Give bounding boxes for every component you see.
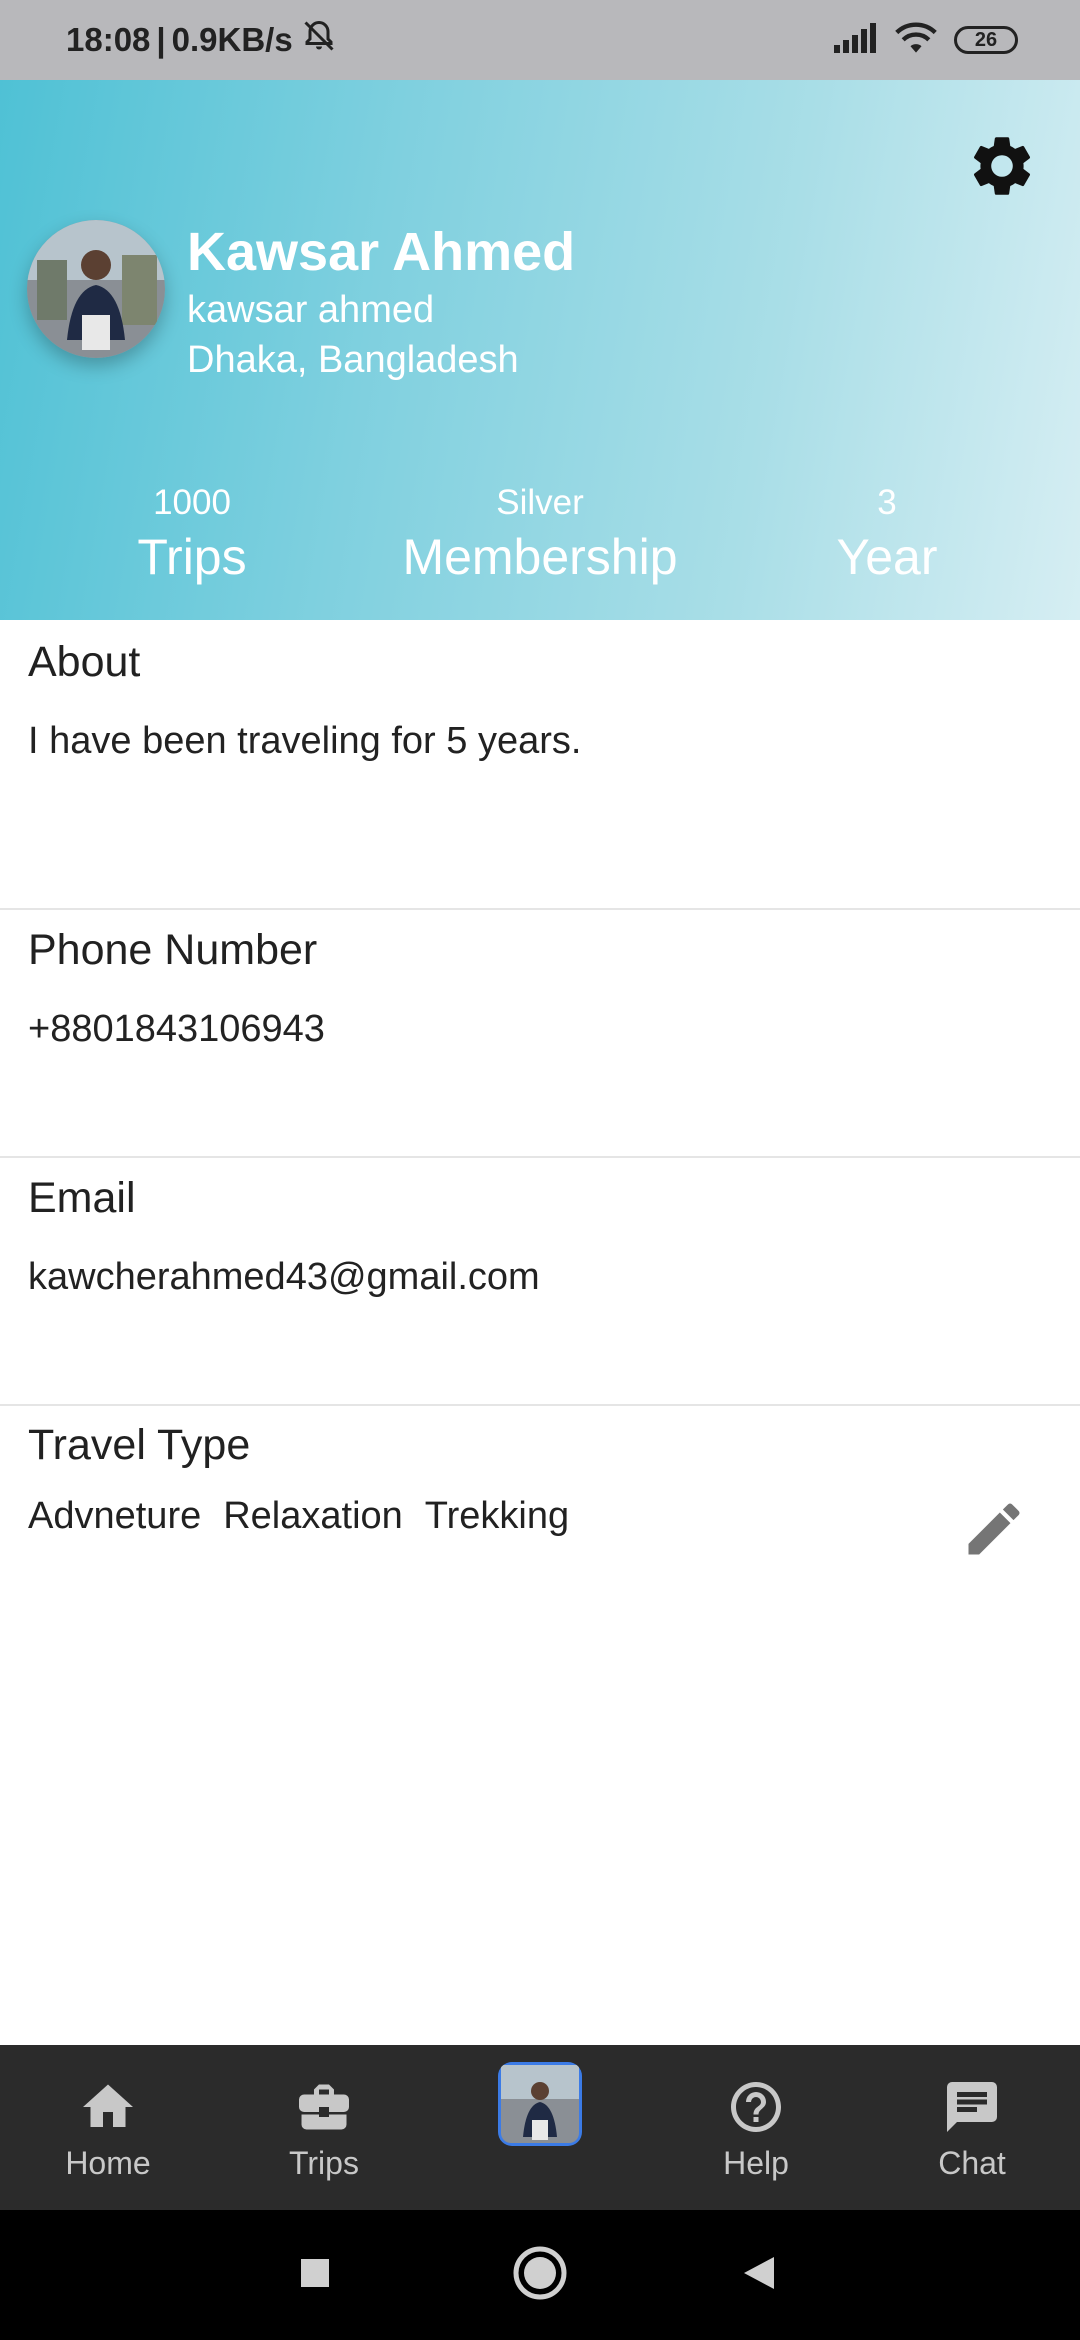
travel-tag: Advneture xyxy=(28,1495,202,1537)
nav-home[interactable]: Home xyxy=(0,2045,216,2210)
battery-indicator: 26 xyxy=(954,26,1018,54)
status-time: 18:08 xyxy=(66,21,151,58)
nav-chat[interactable]: Chat xyxy=(864,2045,1080,2210)
help-icon xyxy=(726,2075,786,2139)
profile-info: Kawsar Ahmed kawsar ahmed Dhaka, Banglad… xyxy=(187,220,575,384)
about-value: I have been traveling for 5 years. xyxy=(28,720,582,762)
chat-icon xyxy=(942,2075,1002,2139)
profile-stats: 1000 Trips Silver Membership 3 Year xyxy=(0,480,1080,600)
signal-icon xyxy=(834,22,878,58)
profile-username: kawsar ahmed xyxy=(187,289,435,331)
stat-membership: Silver Membership xyxy=(390,480,690,588)
back-button[interactable] xyxy=(700,2210,820,2340)
home-system-button[interactable] xyxy=(480,2210,600,2340)
stat-membership-label: Membership xyxy=(402,529,678,585)
stat-trips: 1000 Trips xyxy=(92,480,292,588)
phone-title: Phone Number xyxy=(28,926,318,974)
system-navigation xyxy=(0,2210,1080,2340)
profile-location: Dhaka, Bangladesh xyxy=(187,339,519,381)
stat-trips-label: Trips xyxy=(137,529,247,585)
stat-year: 3 Year xyxy=(787,480,987,588)
phone-section: Phone Number +8801843106943 xyxy=(0,910,1080,1158)
phone-value: +8801843106943 xyxy=(28,1008,325,1050)
email-title: Email xyxy=(28,1174,136,1222)
nav-home-label: Home xyxy=(65,2145,151,2181)
nav-trips[interactable]: Trips xyxy=(216,2045,432,2210)
back-triangle-icon xyxy=(740,2253,780,2298)
recents-button[interactable] xyxy=(255,2210,375,2340)
status-right: 26 xyxy=(834,0,1018,80)
nav-help-label: Help xyxy=(723,2145,789,2181)
travel-tag: Trekking xyxy=(424,1495,570,1537)
edit-travel-type-button[interactable] xyxy=(958,1495,1030,1567)
travel-type-section: Travel Type Advneture Relaxation Trekkin… xyxy=(0,1405,1080,1605)
nav-help[interactable]: Help xyxy=(648,2045,864,2210)
stat-year-value: 3 xyxy=(877,483,897,522)
briefcase-icon xyxy=(294,2075,354,2139)
wifi-icon xyxy=(894,21,938,60)
email-section: Email kawcherahmed43@gmail.com xyxy=(0,1158,1080,1406)
nav-profile[interactable] xyxy=(432,2045,648,2210)
bell-off-icon xyxy=(301,18,337,62)
about-title: About xyxy=(28,638,141,686)
profile-name: Kawsar Ahmed xyxy=(187,222,576,282)
stat-membership-value: Silver xyxy=(496,483,584,522)
travel-type-title: Travel Type xyxy=(28,1421,251,1469)
profile-header: Kawsar Ahmed kawsar ahmed Dhaka, Banglad… xyxy=(0,80,1080,620)
status-left: 18:08 | 0.9KB/s xyxy=(66,0,337,80)
email-value: kawcherahmed43@gmail.com xyxy=(28,1256,540,1298)
network-speed: 0.9KB/s xyxy=(171,21,293,58)
travel-tag: Relaxation xyxy=(223,1495,403,1537)
status-bar: 18:08 | 0.9KB/s 26 xyxy=(0,0,1080,80)
home-icon xyxy=(78,2075,138,2139)
nav-chat-label: Chat xyxy=(938,2145,1006,2181)
bottom-navigation: Home Trips Help Chat xyxy=(0,2045,1080,2210)
square-icon xyxy=(299,2257,331,2294)
circle-icon xyxy=(512,2245,568,2306)
stat-year-label: Year xyxy=(836,529,938,585)
travel-type-tags: Advneture Relaxation Trekking xyxy=(28,1495,569,1538)
status-separator: | xyxy=(156,21,166,58)
nav-trips-label: Trips xyxy=(289,2145,359,2181)
about-section: About I have been traveling for 5 years. xyxy=(0,620,1080,910)
nav-avatar xyxy=(498,2062,582,2146)
gear-icon xyxy=(966,130,1038,207)
avatar[interactable] xyxy=(27,220,165,358)
stat-trips-value: 1000 xyxy=(153,483,231,522)
settings-button[interactable] xyxy=(964,130,1040,206)
pencil-icon xyxy=(960,1495,1028,1568)
